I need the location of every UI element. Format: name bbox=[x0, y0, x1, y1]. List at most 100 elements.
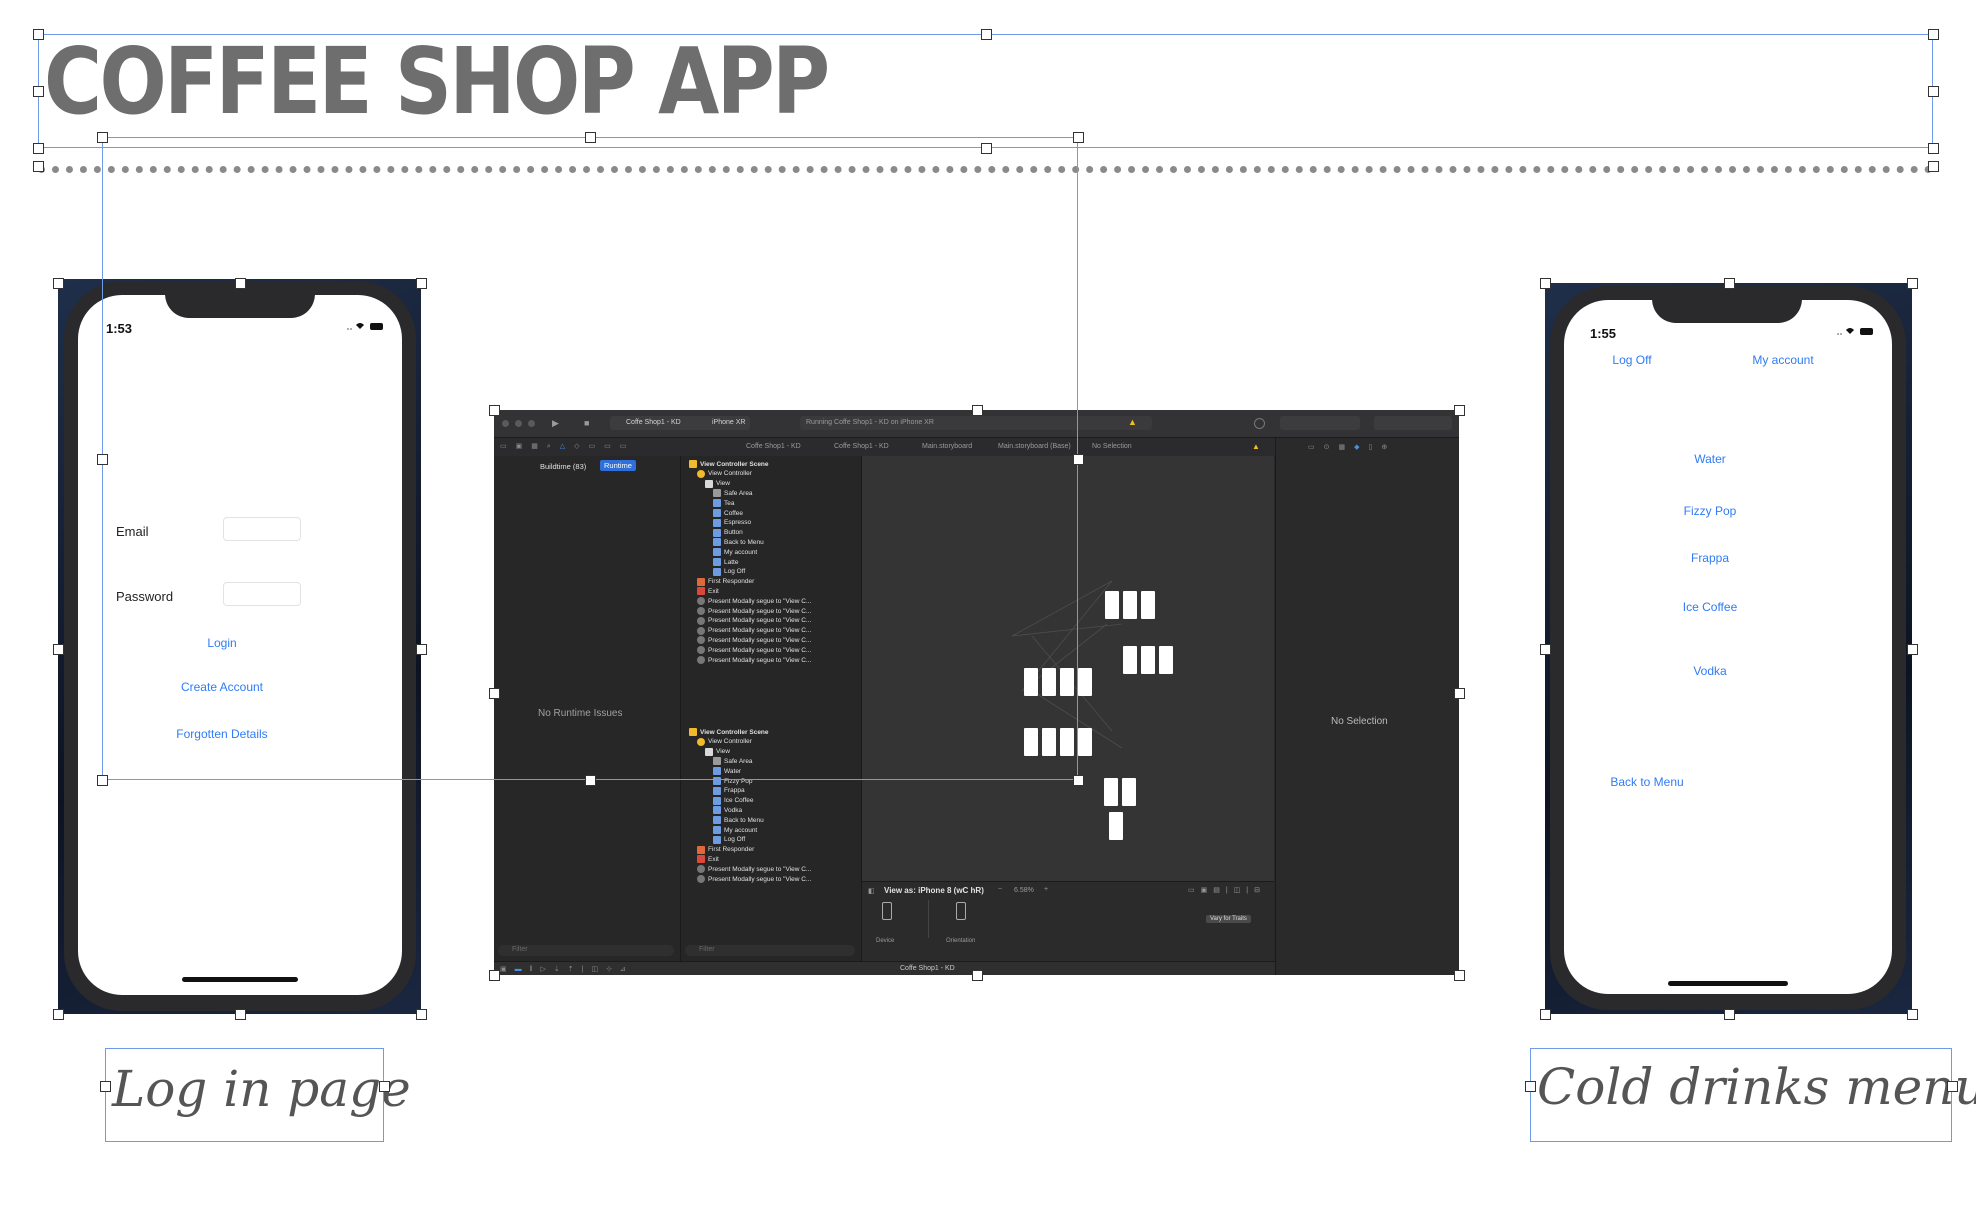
resize-handle[interactable] bbox=[416, 643, 427, 655]
resize-handle[interactable] bbox=[489, 687, 500, 699]
caption-left-box bbox=[105, 1048, 384, 1142]
resize-handle[interactable] bbox=[971, 970, 983, 981]
outline-filter-placeholder: Filter bbox=[699, 946, 715, 953]
warning-icon: ▲ bbox=[1128, 417, 1137, 427]
panel-toggle-buttons[interactable] bbox=[1374, 416, 1452, 430]
btn-icon bbox=[713, 816, 721, 825]
exit-icon bbox=[697, 855, 705, 864]
outline-row-label: Back to Menu bbox=[724, 816, 764, 824]
resize-handle[interactable] bbox=[1928, 86, 1939, 97]
resize-handle[interactable] bbox=[379, 1081, 390, 1092]
title-selection-box[interactable] bbox=[38, 34, 1933, 148]
outline-toggle-icon[interactable]: ◧ bbox=[868, 887, 875, 895]
line-endpoint-handle[interactable] bbox=[1928, 161, 1939, 172]
resize-handle[interactable] bbox=[1928, 29, 1939, 40]
layout-icons[interactable]: ▭▣▤|◫|⊟ bbox=[1188, 886, 1266, 894]
resize-handle[interactable] bbox=[585, 132, 596, 143]
drinks-phone-screenshot[interactable]: 1:55 Log Off My account Water Fizzy Pop … bbox=[1545, 283, 1912, 1014]
btn-icon bbox=[713, 796, 721, 805]
breadcrumb-4[interactable]: No Selection bbox=[1092, 443, 1132, 450]
resize-handle[interactable] bbox=[1907, 278, 1918, 289]
outline-row-label: First Responder bbox=[708, 846, 755, 854]
resize-handle[interactable] bbox=[234, 278, 246, 289]
resize-handle[interactable] bbox=[416, 1009, 427, 1020]
resize-handle[interactable] bbox=[1454, 687, 1465, 699]
zoom-level: 6.58% bbox=[1014, 887, 1034, 894]
resize-handle[interactable] bbox=[33, 29, 44, 40]
scene-thumbnail[interactable] bbox=[1104, 778, 1118, 806]
scene-thumbnail[interactable] bbox=[1123, 591, 1137, 619]
vodka-button[interactable]: Vodka bbox=[1693, 664, 1726, 678]
zoom-in-icon[interactable]: + bbox=[1044, 886, 1048, 893]
resize-handle[interactable] bbox=[1073, 132, 1084, 143]
scene-thumbnail[interactable] bbox=[1159, 646, 1173, 674]
status-icons bbox=[1836, 325, 1876, 340]
device-phone-icon[interactable] bbox=[882, 902, 892, 920]
resize-handle[interactable] bbox=[1540, 643, 1551, 655]
resize-handle[interactable] bbox=[234, 1009, 246, 1020]
debug-controls[interactable]: ▣▬‖▷⇣⇡|◫⊹⊿ bbox=[500, 965, 634, 973]
resize-handle[interactable] bbox=[1073, 453, 1084, 465]
resize-handle[interactable] bbox=[1723, 278, 1735, 289]
outline-row[interactable]: Present Modally segue to "View C... bbox=[697, 873, 811, 885]
jump-warning-icon: ▲ bbox=[1252, 442, 1260, 451]
outline-row-label: Present Modally segue to "View C... bbox=[708, 875, 812, 883]
scene-thumbnail[interactable] bbox=[1105, 591, 1119, 619]
scene-thumbnail[interactable] bbox=[1141, 591, 1155, 619]
scene-thumbnail[interactable] bbox=[1109, 812, 1123, 840]
resize-handle[interactable] bbox=[585, 775, 596, 786]
water-button[interactable]: Water bbox=[1694, 452, 1726, 466]
device-label: Device bbox=[876, 938, 895, 944]
resize-handle[interactable] bbox=[53, 278, 64, 289]
outline-row-label: My account bbox=[724, 826, 758, 834]
ice-coffee-button[interactable]: Ice Coffee bbox=[1683, 600, 1737, 614]
btn-icon bbox=[713, 835, 721, 844]
resize-handle[interactable] bbox=[1723, 1009, 1735, 1020]
resize-handle[interactable] bbox=[489, 405, 500, 416]
resize-handle[interactable] bbox=[1540, 1009, 1551, 1020]
resize-handle[interactable] bbox=[1928, 143, 1939, 154]
selected-shape-outline[interactable] bbox=[102, 137, 1078, 780]
fizzy-pop-button[interactable]: Fizzy Pop bbox=[1684, 504, 1737, 518]
resize-handle[interactable] bbox=[1540, 278, 1551, 289]
zoom-out-icon[interactable]: − bbox=[998, 886, 1002, 893]
scene-thumbnail[interactable] bbox=[1141, 646, 1155, 674]
orientation-phone-icon[interactable] bbox=[956, 902, 966, 920]
vary-for-traits-button[interactable]: Vary for Traits bbox=[1206, 915, 1251, 923]
resize-handle[interactable] bbox=[100, 1081, 111, 1092]
resize-handle[interactable] bbox=[489, 970, 500, 981]
outline-row-label: Log Off bbox=[724, 836, 746, 844]
fr-icon bbox=[697, 845, 705, 854]
resize-handle[interactable] bbox=[53, 1009, 64, 1020]
back-to-menu-button[interactable]: Back to Menu bbox=[1610, 775, 1683, 789]
scene-thumbnail[interactable] bbox=[1078, 668, 1092, 696]
library-icon[interactable] bbox=[1254, 418, 1265, 429]
segue-icon bbox=[697, 875, 705, 883]
resize-handle[interactable] bbox=[1454, 405, 1465, 416]
scene-thumbnail[interactable] bbox=[1122, 778, 1136, 806]
resize-handle[interactable] bbox=[53, 643, 64, 655]
frappa-button[interactable]: Frappa bbox=[1691, 551, 1729, 565]
resize-handle[interactable] bbox=[980, 29, 992, 40]
resize-handle[interactable] bbox=[971, 405, 983, 416]
resize-handle[interactable] bbox=[1907, 643, 1918, 655]
line-endpoint-handle[interactable] bbox=[33, 161, 44, 172]
resize-handle[interactable] bbox=[33, 86, 44, 97]
resize-handle[interactable] bbox=[1073, 775, 1084, 786]
resize-handle[interactable] bbox=[1454, 970, 1465, 981]
resize-handle[interactable] bbox=[1907, 1009, 1918, 1020]
log-off-button[interactable]: Log Off bbox=[1612, 353, 1651, 367]
inspector-tabs[interactable]: ▭⊙▦◆▯⊕ bbox=[1308, 443, 1396, 451]
scene-thumbnail[interactable] bbox=[1123, 646, 1137, 674]
resize-handle[interactable] bbox=[1525, 1081, 1536, 1092]
resize-handle[interactable] bbox=[97, 775, 108, 786]
resize-handle[interactable] bbox=[33, 143, 44, 154]
resize-handle[interactable] bbox=[97, 132, 108, 143]
my-account-button[interactable]: My account bbox=[1752, 353, 1813, 367]
resize-handle[interactable] bbox=[97, 453, 108, 465]
resize-handle[interactable] bbox=[980, 143, 992, 154]
resize-handle[interactable] bbox=[416, 278, 427, 289]
scene-thumbnail[interactable] bbox=[1078, 728, 1092, 756]
resize-handle[interactable] bbox=[1947, 1081, 1958, 1092]
editor-mode-buttons[interactable] bbox=[1280, 416, 1360, 430]
